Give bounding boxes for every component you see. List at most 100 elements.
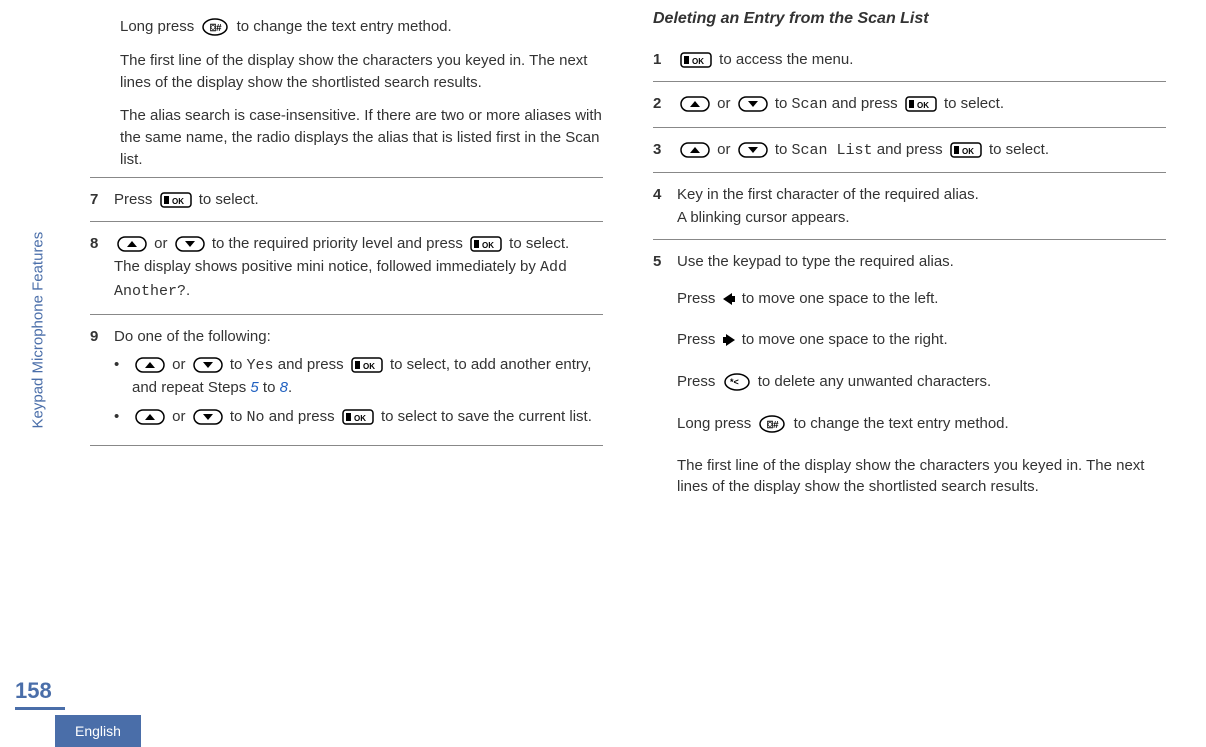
- text: Use the keypad to type the required alia…: [677, 253, 954, 270]
- lcd-text: Yes: [247, 357, 274, 374]
- text: to move one space to the left.: [742, 290, 939, 307]
- right-arrow-icon: [723, 333, 735, 347]
- text: to the required priority level and press: [212, 235, 467, 252]
- text: to change the text entry method.: [237, 18, 452, 35]
- text: and press: [265, 408, 339, 425]
- down-button-icon: [175, 236, 205, 252]
- left-column: Long press to change the text entry meth…: [90, 10, 603, 737]
- text: to delete any unwanted characters.: [758, 373, 991, 390]
- text: to: [775, 141, 792, 158]
- text: Press: [677, 290, 720, 307]
- text: Key in the first character of the requir…: [677, 186, 979, 203]
- text: The display shows positive mini notice, …: [114, 258, 540, 275]
- text: Press: [114, 191, 157, 208]
- step-7: 7 Press to select.: [90, 177, 603, 221]
- up-button-icon: [135, 357, 165, 373]
- text: .: [288, 379, 292, 396]
- step-number: 7: [90, 188, 114, 211]
- language-tab: English: [55, 715, 141, 747]
- text: or: [717, 95, 735, 112]
- text: Press: [677, 373, 720, 390]
- text: to: [775, 95, 792, 112]
- text: A blinking cursor appears.: [677, 209, 850, 226]
- star-button-icon: [723, 373, 751, 391]
- ok-button-icon: [351, 357, 383, 373]
- step-number: 2: [653, 92, 677, 116]
- ok-button-icon: [470, 236, 502, 252]
- text: to change the text entry method.: [794, 415, 1009, 432]
- hash-button-icon: [201, 18, 229, 36]
- ok-button-icon: [342, 409, 374, 425]
- text: to select.: [989, 141, 1049, 158]
- up-button-icon: [680, 142, 710, 158]
- step-number: 8: [90, 232, 114, 304]
- up-button-icon: [680, 96, 710, 112]
- text: or: [172, 408, 190, 425]
- list-item: or to Yes and press to select, to add an…: [114, 354, 603, 400]
- text: Long press: [677, 415, 755, 432]
- text: to: [230, 356, 247, 373]
- up-button-icon: [135, 409, 165, 425]
- down-button-icon: [193, 409, 223, 425]
- step-1: 1 to access the menu.: [653, 38, 1166, 81]
- step-3: 3 or to Scan List and press to select.: [653, 127, 1166, 172]
- lcd-text: No: [247, 409, 265, 426]
- step-number: 3: [653, 138, 677, 162]
- ok-button-icon: [905, 96, 937, 112]
- section-label: Keypad Microphone Features: [30, 232, 47, 429]
- paragraph: Press to delete any unwanted characters.: [677, 365, 1166, 399]
- list-item: or to No and press to select to save the…: [114, 406, 603, 430]
- step-4: 4 Key in the first character of the requ…: [653, 172, 1166, 240]
- step-number: 4: [653, 183, 677, 230]
- paragraph: The first line of the display show the c…: [90, 44, 603, 100]
- text: Press: [677, 331, 720, 348]
- text: and press: [274, 356, 348, 373]
- xref-link[interactable]: 8: [280, 379, 288, 396]
- text: and press: [828, 95, 902, 112]
- text: to select.: [509, 235, 569, 252]
- sidebar: Keypad Microphone Features 158 English: [0, 0, 90, 747]
- text: and press: [873, 141, 947, 158]
- text: to: [259, 379, 280, 396]
- paragraph: Press to move one space to the right.: [677, 323, 1166, 357]
- xref-link[interactable]: 5: [250, 379, 258, 396]
- paragraph: The first line of the display show the c…: [677, 449, 1166, 505]
- step-2: 2 or to Scan and press to select.: [653, 81, 1166, 126]
- text: to select.: [944, 95, 1004, 112]
- text: to select.: [199, 191, 259, 208]
- ok-button-icon: [160, 192, 192, 208]
- text: to select to save the current list.: [381, 408, 592, 425]
- text: to access the menu.: [719, 51, 853, 68]
- down-button-icon: [738, 96, 768, 112]
- page-number: 158: [15, 678, 65, 710]
- step-number: 5: [653, 250, 677, 504]
- paragraph: Long press to change the text entry meth…: [677, 407, 1166, 441]
- text: to move one space to the right.: [742, 331, 948, 348]
- lcd-text: Scan List: [792, 142, 873, 159]
- down-button-icon: [193, 357, 223, 373]
- text: or: [154, 235, 172, 252]
- hash-button-icon: [758, 415, 786, 433]
- ok-button-icon: [950, 142, 982, 158]
- text: or: [717, 141, 735, 158]
- lcd-text: Scan: [792, 96, 828, 113]
- text: .: [186, 282, 190, 299]
- paragraph: The alias search is case-insensitive. If…: [90, 99, 603, 176]
- step-8: 8 or to the required priority level and …: [90, 221, 603, 314]
- step-5: 5 Use the keypad to type the required al…: [653, 239, 1166, 514]
- text: to: [230, 408, 247, 425]
- paragraph: Long press to change the text entry meth…: [90, 10, 603, 44]
- step-9: 9 Do one of the following: or to Yes and…: [90, 314, 603, 447]
- left-arrow-icon: [723, 292, 735, 306]
- paragraph: Press to move one space to the left.: [677, 282, 1166, 316]
- up-button-icon: [117, 236, 147, 252]
- text: Long press: [120, 18, 198, 35]
- ok-button-icon: [680, 52, 712, 68]
- down-button-icon: [738, 142, 768, 158]
- step-number: 1: [653, 48, 677, 71]
- text: or: [172, 356, 190, 373]
- step-number: 9: [90, 325, 114, 436]
- right-column: Deleting an Entry from the Scan List 1 t…: [653, 10, 1166, 737]
- section-heading: Deleting an Entry from the Scan List: [653, 10, 1166, 28]
- text: Do one of the following:: [114, 328, 271, 345]
